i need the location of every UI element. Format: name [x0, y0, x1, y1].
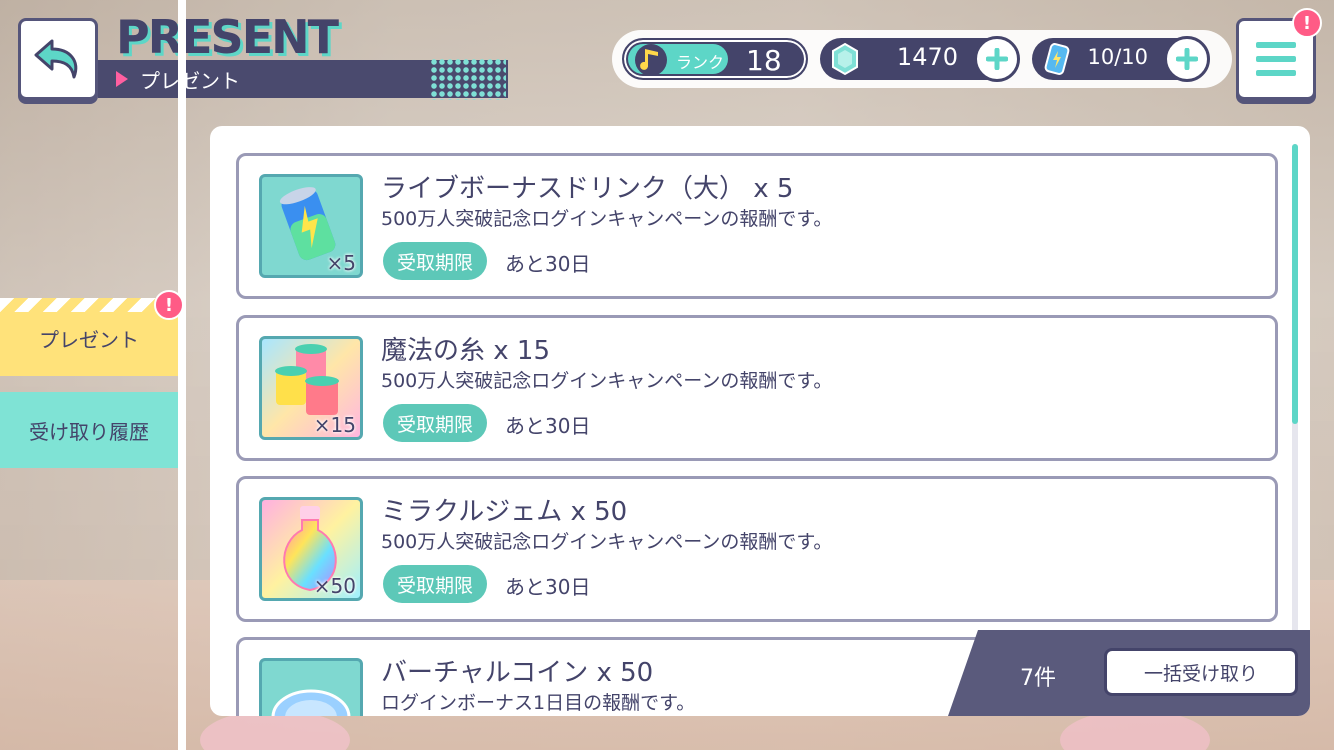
- plus-icon: [1176, 48, 1198, 70]
- status-bar: ランク 18 1470 10/10: [612, 30, 1232, 88]
- remaining-time: あと30日: [505, 575, 591, 599]
- item-name: バーチャルコイン x 50: [381, 658, 654, 688]
- present-item[interactable]: ×15 魔法の糸 x 15 500万人突破記念ログインキャンペーンの報酬です。 …: [236, 315, 1278, 461]
- thread-spools-icon: ×15: [259, 336, 363, 440]
- item-description: 500万人突破記念ログインキャンペーンの報酬です。: [381, 370, 833, 392]
- item-name: ミラクルジェム x 50: [381, 497, 628, 527]
- gem-count: 1470: [896, 43, 958, 71]
- play-triangle-icon: [116, 71, 128, 87]
- energy-drink-icon: [1044, 43, 1070, 75]
- item-description: 500万人突破記念ログインキャンペーンの報酬です。: [381, 208, 833, 230]
- page-title: PRESENT: [116, 10, 339, 64]
- present-item[interactable]: ×50 ミラクルジェム x 50 500万人突破記念ログインキャンペーンの報酬で…: [236, 476, 1278, 622]
- menu-notification-badge: !: [1292, 8, 1322, 38]
- scrollbar-thumb[interactable]: [1292, 144, 1298, 424]
- remaining-time: あと30日: [505, 414, 591, 438]
- item-name: 魔法の糸 x 15: [381, 336, 551, 366]
- item-quantity: ×15: [313, 413, 356, 437]
- plus-icon: [986, 48, 1008, 70]
- virtual-coin-icon: [259, 658, 363, 716]
- gem-icon: [832, 42, 858, 76]
- gem-display: 1470: [820, 36, 1020, 82]
- item-name: ライブボーナスドリンク（大） x 5: [381, 174, 794, 204]
- sidebar-divider: [178, 0, 186, 750]
- deadline-badge: 受取期限: [383, 565, 488, 603]
- present-list-panel[interactable]: ×5 ライブボーナスドリンク（大） x 5 500万人突破記念ログインキャンペー…: [210, 126, 1310, 716]
- add-gems-button[interactable]: [974, 36, 1020, 82]
- add-stamina-button[interactable]: [1164, 36, 1210, 82]
- deadline-badge: 受取期限: [383, 242, 488, 280]
- deadline-badge: 受取期限: [383, 404, 488, 442]
- item-description: ログインボーナス1日目の報酬です。: [381, 692, 696, 714]
- present-item[interactable]: ×5 ライブボーナスドリンク（大） x 5 500万人突破記念ログインキャンペー…: [236, 153, 1278, 299]
- sidebar-item-present[interactable]: プレゼント: [0, 298, 178, 376]
- stamina-count: 10/10: [1087, 45, 1148, 69]
- item-quantity: ×50: [313, 574, 356, 598]
- stamina-display: 10/10: [1032, 36, 1210, 82]
- sidebar-item-label: 受け取り履歴: [29, 419, 149, 444]
- rank-value: 18: [746, 44, 782, 77]
- hamburger-menu-icon: [1256, 42, 1296, 76]
- back-arrow-icon: [34, 39, 78, 79]
- halftone-decoration: [430, 58, 506, 100]
- gem-bottle-icon: ×50: [259, 497, 363, 601]
- remaining-time: あと30日: [505, 252, 591, 276]
- rank-display: ランク 18: [622, 38, 808, 80]
- back-button[interactable]: [18, 18, 98, 100]
- drink-can-icon: ×5: [259, 174, 363, 278]
- page-subtitle: プレゼント: [140, 68, 240, 93]
- present-notification-badge: !: [154, 290, 184, 320]
- present-count: 7件: [1020, 666, 1056, 691]
- claim-all-button[interactable]: 一括受け取り: [1104, 648, 1298, 696]
- item-quantity: ×5: [326, 251, 356, 275]
- sidebar-item-history[interactable]: 受け取り履歴: [0, 392, 178, 468]
- sidebar-item-label: プレゼント: [39, 328, 139, 352]
- music-note-icon: [635, 44, 667, 76]
- item-description: 500万人突破記念ログインキャンペーンの報酬です。: [381, 531, 833, 553]
- rank-label: ランク: [676, 53, 725, 72]
